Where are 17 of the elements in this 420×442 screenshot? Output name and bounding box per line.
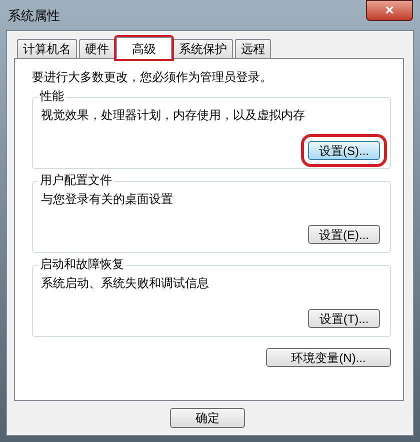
tab[interactable]: 系统保护	[173, 39, 233, 58]
tab[interactable]: 硬件	[79, 39, 115, 58]
group-description: 与您登录有关的桌面设置	[41, 191, 174, 207]
group-title: 性能	[38, 89, 66, 104]
environment-variables-button[interactable]: 环境变量(N)...	[266, 348, 391, 367]
group-description: 系统启动、系统失败和调试信息	[41, 275, 210, 291]
ok-button[interactable]: 确定	[170, 408, 245, 428]
notice-text: 要进行大多数更改，您必须作为管理员登录。	[32, 69, 273, 85]
group-title: 启动和故障恢复	[38, 257, 126, 272]
tab[interactable]: 远程	[235, 39, 271, 58]
window-title: 系统属性	[8, 7, 60, 25]
tab[interactable]: 高级	[116, 37, 172, 59]
settings-button[interactable]: 设置(E)...	[308, 225, 380, 244]
tab[interactable]: 计算机名	[17, 39, 77, 58]
settings-button[interactable]: 设置(T)...	[308, 309, 380, 328]
group-title: 用户配置文件	[38, 173, 114, 188]
group-description: 视觉效果，处理器计划，内存使用，以及虚拟内存	[41, 107, 306, 123]
